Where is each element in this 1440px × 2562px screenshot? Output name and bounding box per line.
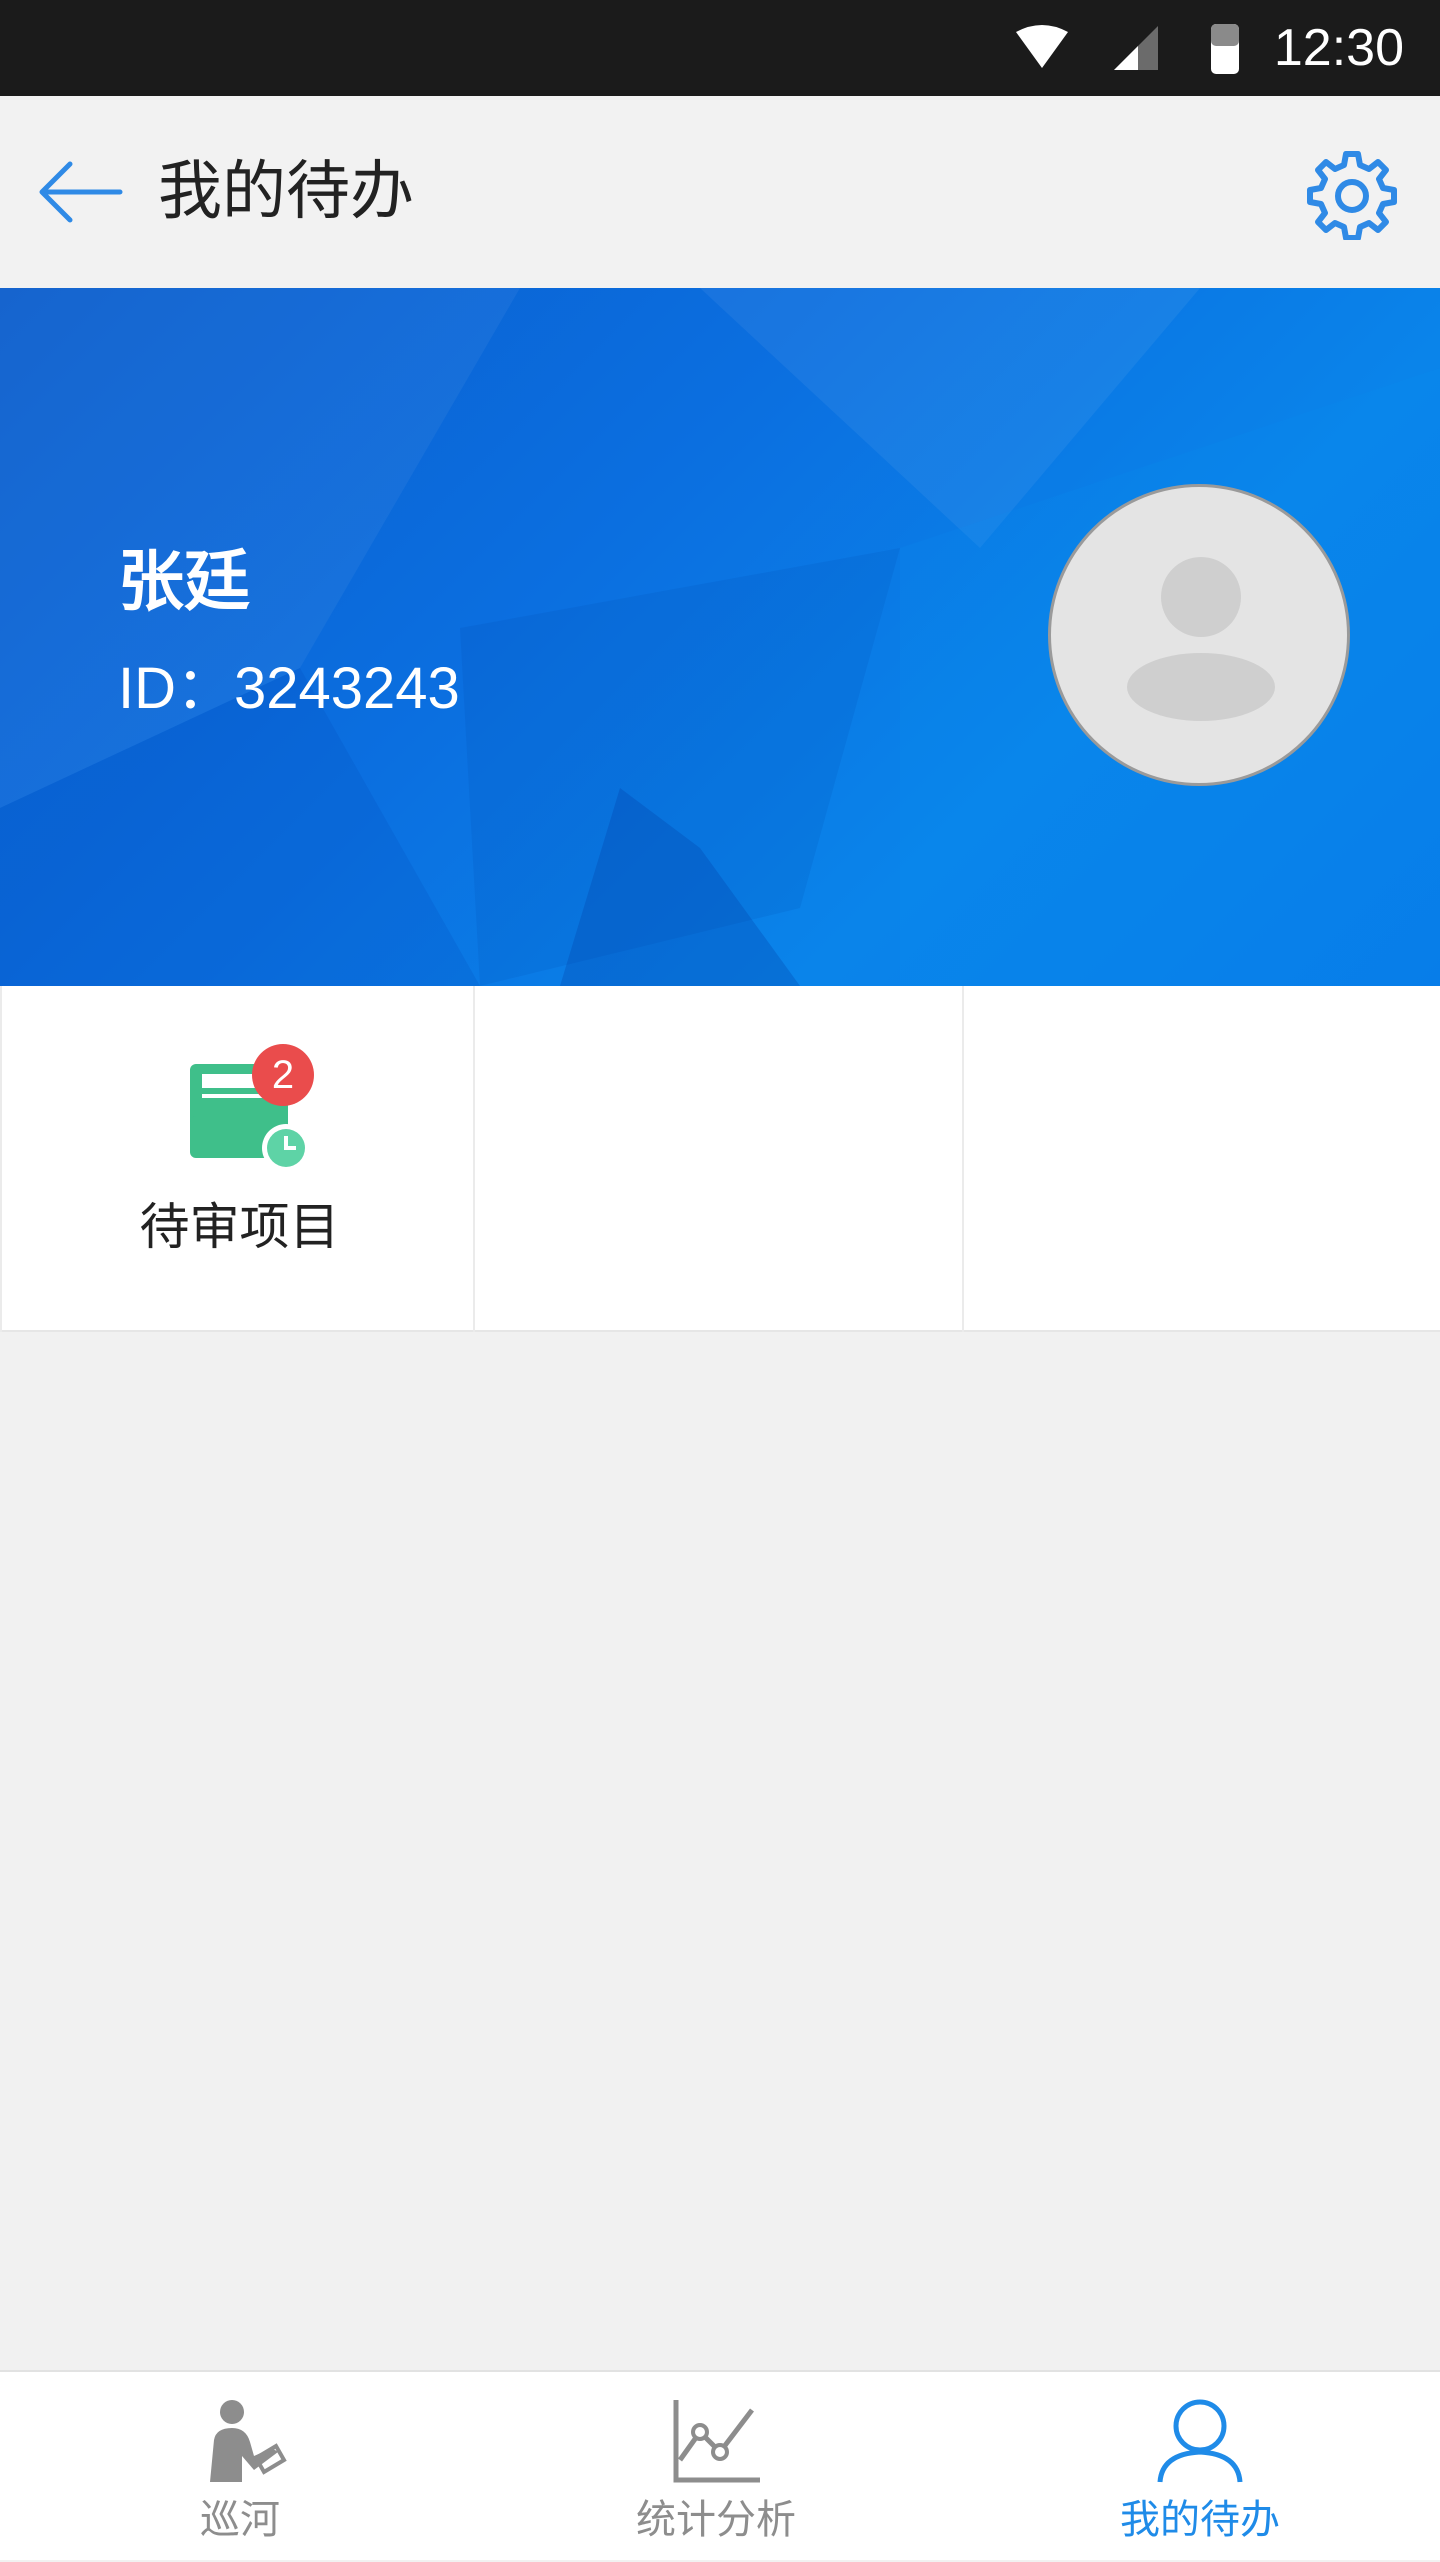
app-bar: 我的待办 (0, 96, 1440, 288)
chart-icon (673, 2400, 760, 2483)
default-avatar-icon (1127, 557, 1275, 721)
nav-label: 统计分析 (636, 2497, 796, 2543)
tile-empty (964, 986, 1440, 1332)
user-id: ID：3243243 (118, 656, 460, 721)
tile-label: 待审项目 (139, 1198, 340, 1256)
tile-empty (475, 986, 964, 1332)
back-arrow-icon (39, 161, 123, 223)
nav-item-my-todo[interactable]: 我的待办 (960, 2372, 1440, 2562)
battery-icon (1210, 24, 1239, 74)
nav-label: 巡河 (200, 2497, 280, 2543)
gear-icon (1307, 151, 1397, 241)
avatar[interactable] (1048, 484, 1350, 786)
nav-item-statistics[interactable]: 统计分析 (476, 2372, 956, 2562)
page-title: 我的待办 (158, 155, 414, 229)
tile-pending-review[interactable]: 2 待审项目 (0, 986, 475, 1332)
user-icon (1157, 2399, 1243, 2483)
profile-banner: 张廷 ID：3243243 (0, 288, 1440, 986)
patrol-person-icon (210, 2400, 287, 2482)
status-time: 12:30 (1273, 19, 1404, 77)
function-grid: 2 待审项目 (0, 986, 1440, 1332)
bottom-navigation: 巡河 统计分析 我的待办 (0, 2370, 1440, 2560)
cell-signal-icon (1113, 26, 1158, 70)
wifi-icon (1015, 25, 1068, 68)
settings-button[interactable] (1306, 148, 1398, 241)
back-button[interactable] (36, 156, 126, 228)
status-bar: 12:30 (0, 0, 1440, 96)
pending-count-badge: 2 (252, 1044, 314, 1106)
nav-label: 我的待办 (1120, 2497, 1280, 2543)
nav-item-patrol[interactable]: 巡河 (0, 2372, 480, 2562)
status-icons: 12:30 (1014, 0, 1404, 96)
user-name: 张廷 (118, 543, 250, 620)
